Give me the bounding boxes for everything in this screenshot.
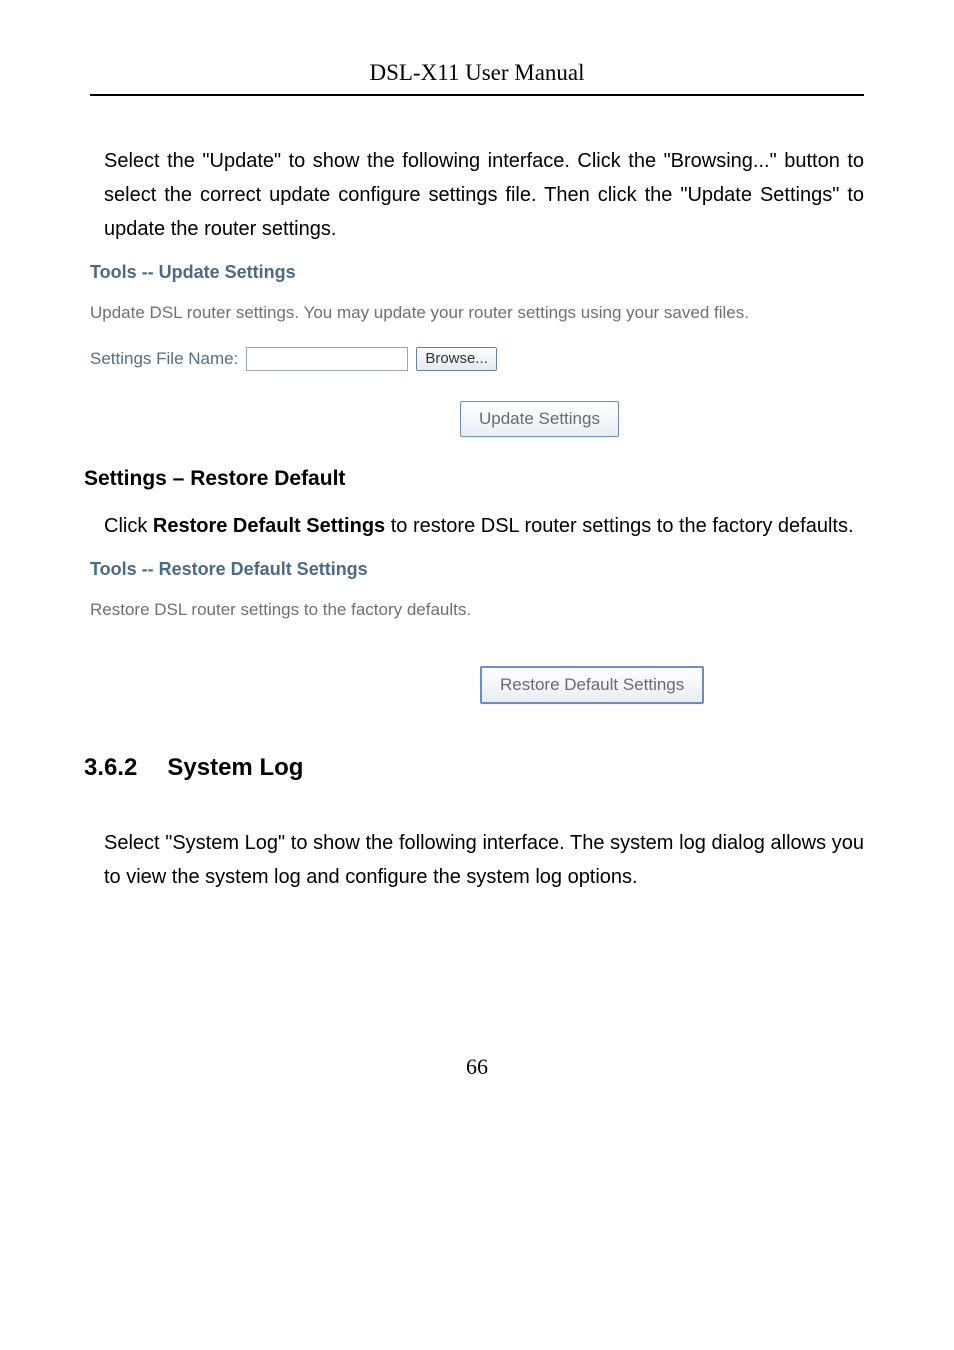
page-number: 66 [90,1054,864,1080]
update-settings-screenshot: Tools -- Update Settings Update DSL rout… [90,262,864,437]
syslog-heading: 3.6.2 System Log [84,754,864,782]
restore-para-post: to restore DSL router settings to the fa… [385,515,853,537]
browse-button[interactable]: Browse... [416,347,497,371]
restore-para-bold: Restore Default Settings [153,515,385,537]
syslog-paragraph: Select "System Log" to show the followin… [104,826,864,894]
tools-restore-title: Tools -- Restore Default Settings [90,559,864,580]
settings-file-row: Settings File Name: Browse... [90,347,864,371]
restore-paragraph: Click Restore Default Settings to restor… [104,509,864,543]
tools-restore-desc: Restore DSL router settings to the facto… [90,600,864,620]
syslog-title: System Log [167,754,303,781]
manual-title: DSL-X11 User Manual [90,60,864,94]
tools-update-title: Tools -- Update Settings [90,262,864,283]
header-rule [90,94,864,96]
intro-paragraph: Select the "Update" to show the followin… [104,144,864,246]
syslog-number: 3.6.2 [84,754,137,781]
settings-file-label: Settings File Name: [90,349,238,369]
restore-para-pre: Click [104,515,153,537]
restore-default-button[interactable]: Restore Default Settings [480,666,704,704]
restore-section-heading: Settings – Restore Default [84,467,864,491]
restore-settings-screenshot: Tools -- Restore Default Settings Restor… [90,559,864,704]
page-header: DSL-X11 User Manual [90,60,864,96]
tools-update-desc: Update DSL router settings. You may upda… [90,303,864,323]
settings-file-input[interactable] [246,347,408,371]
update-settings-button[interactable]: Update Settings [460,401,619,437]
